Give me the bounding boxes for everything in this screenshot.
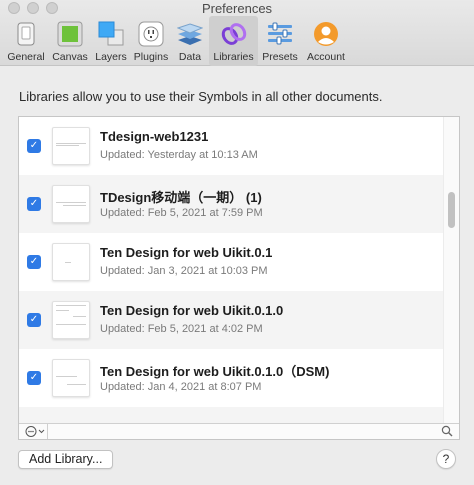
layers-icon (98, 21, 124, 46)
window-title: Preferences (201, 1, 273, 16)
library-updated: Updated: Jan 4, 2021 at 8:07 PM (100, 381, 262, 393)
libraries-description: Libraries allow you to use their Symbols… (19, 89, 383, 104)
library-thumbnail (52, 301, 90, 339)
action-menu-button[interactable] (22, 424, 48, 439)
tab-libraries-label: Libraries (213, 51, 254, 63)
library-name: TDesign移动端（一期） (1) (100, 190, 262, 205)
tab-account-label: Account (307, 51, 345, 63)
libraries-list-scroll-area: ✓ Tdesign-web1231 Updated: Yesterday at … (19, 117, 459, 423)
library-enabled-checkbox[interactable]: ✓ (27, 197, 41, 211)
tab-plugins-label: Plugins (133, 51, 169, 63)
canvas-icon (57, 21, 83, 47)
tab-layers[interactable]: Layers (92, 16, 130, 66)
tab-canvas-label: Canvas (52, 51, 88, 63)
add-library-button[interactable]: Add Library... (18, 450, 114, 469)
title-bar: Preferences General Canvas Layers Plugin… (0, 0, 474, 66)
library-row[interactable]: ✓ Ten Design for web Uikit.0.1 Updated: … (19, 233, 443, 291)
vertical-scrollbar[interactable] (443, 117, 459, 423)
scrollbar-thumb[interactable] (448, 192, 455, 228)
tab-canvas[interactable]: Canvas (48, 16, 92, 66)
library-row-partial (19, 407, 443, 423)
tab-presets-label: Presets (262, 51, 298, 63)
library-search-field[interactable] (49, 424, 459, 439)
library-thumbnail (52, 185, 90, 223)
plugins-icon (138, 21, 164, 47)
search-icon (441, 425, 453, 437)
library-updated: Updated: Jan 3, 2021 at 10:03 PM (100, 265, 268, 277)
library-row[interactable]: ✓ TDesign移动端（一期） (1) Updated: Feb 5, 202… (19, 175, 443, 233)
tab-general-label: General (7, 51, 45, 63)
library-enabled-checkbox[interactable]: ✓ (27, 313, 41, 327)
general-icon (17, 22, 35, 46)
presets-icon (268, 22, 292, 45)
tab-account[interactable]: Account (302, 16, 350, 66)
help-button[interactable]: ? (436, 449, 456, 469)
library-enabled-checkbox[interactable]: ✓ (27, 139, 41, 153)
tab-presets[interactable]: Presets (259, 16, 301, 66)
library-name: Ten Design for web Uikit.0.1.0（DSM) (100, 364, 330, 379)
libraries-icon (221, 23, 246, 45)
library-enabled-checkbox[interactable]: ✓ (27, 371, 41, 385)
library-name: Tdesign-web1231 (100, 129, 209, 144)
library-thumbnail (52, 243, 90, 281)
preferences-toolbar: General Canvas Layers Plugins Data Libra… (0, 16, 474, 66)
library-updated: Updated: Feb 5, 2021 at 4:02 PM (100, 323, 263, 335)
libraries-list: ✓ Tdesign-web1231 Updated: Yesterday at … (18, 116, 460, 440)
library-thumbnail (52, 359, 90, 397)
library-updated: Updated: Feb 5, 2021 at 7:59 PM (100, 207, 263, 219)
library-name: Ten Design for web Uikit.0.1 (100, 245, 273, 260)
data-icon (177, 23, 203, 45)
account-icon (314, 22, 338, 46)
tab-libraries[interactable]: Libraries (209, 16, 258, 66)
tab-plugins[interactable]: Plugins (131, 16, 171, 66)
library-row[interactable]: ✓ Tdesign-web1231 Updated: Yesterday at … (19, 117, 443, 175)
library-row[interactable]: ✓ Ten Design for web Uikit.0.1.0（DSM) Up… (19, 349, 443, 407)
library-thumbnail (52, 127, 90, 165)
tab-data-label: Data (178, 51, 202, 63)
library-updated: Updated: Yesterday at 10:13 AM (100, 149, 258, 161)
tab-data[interactable]: Data (172, 16, 208, 66)
more-options-icon (25, 426, 45, 437)
library-row[interactable]: ✓ Ten Design for web Uikit.0.1.0 Updated… (19, 291, 443, 349)
tab-general[interactable]: General (4, 16, 48, 66)
library-name: Ten Design for web Uikit.0.1.0 (100, 303, 284, 318)
library-enabled-checkbox[interactable]: ✓ (27, 255, 41, 269)
list-footer-bar (19, 423, 459, 439)
tab-layers-label: Layers (95, 51, 127, 63)
